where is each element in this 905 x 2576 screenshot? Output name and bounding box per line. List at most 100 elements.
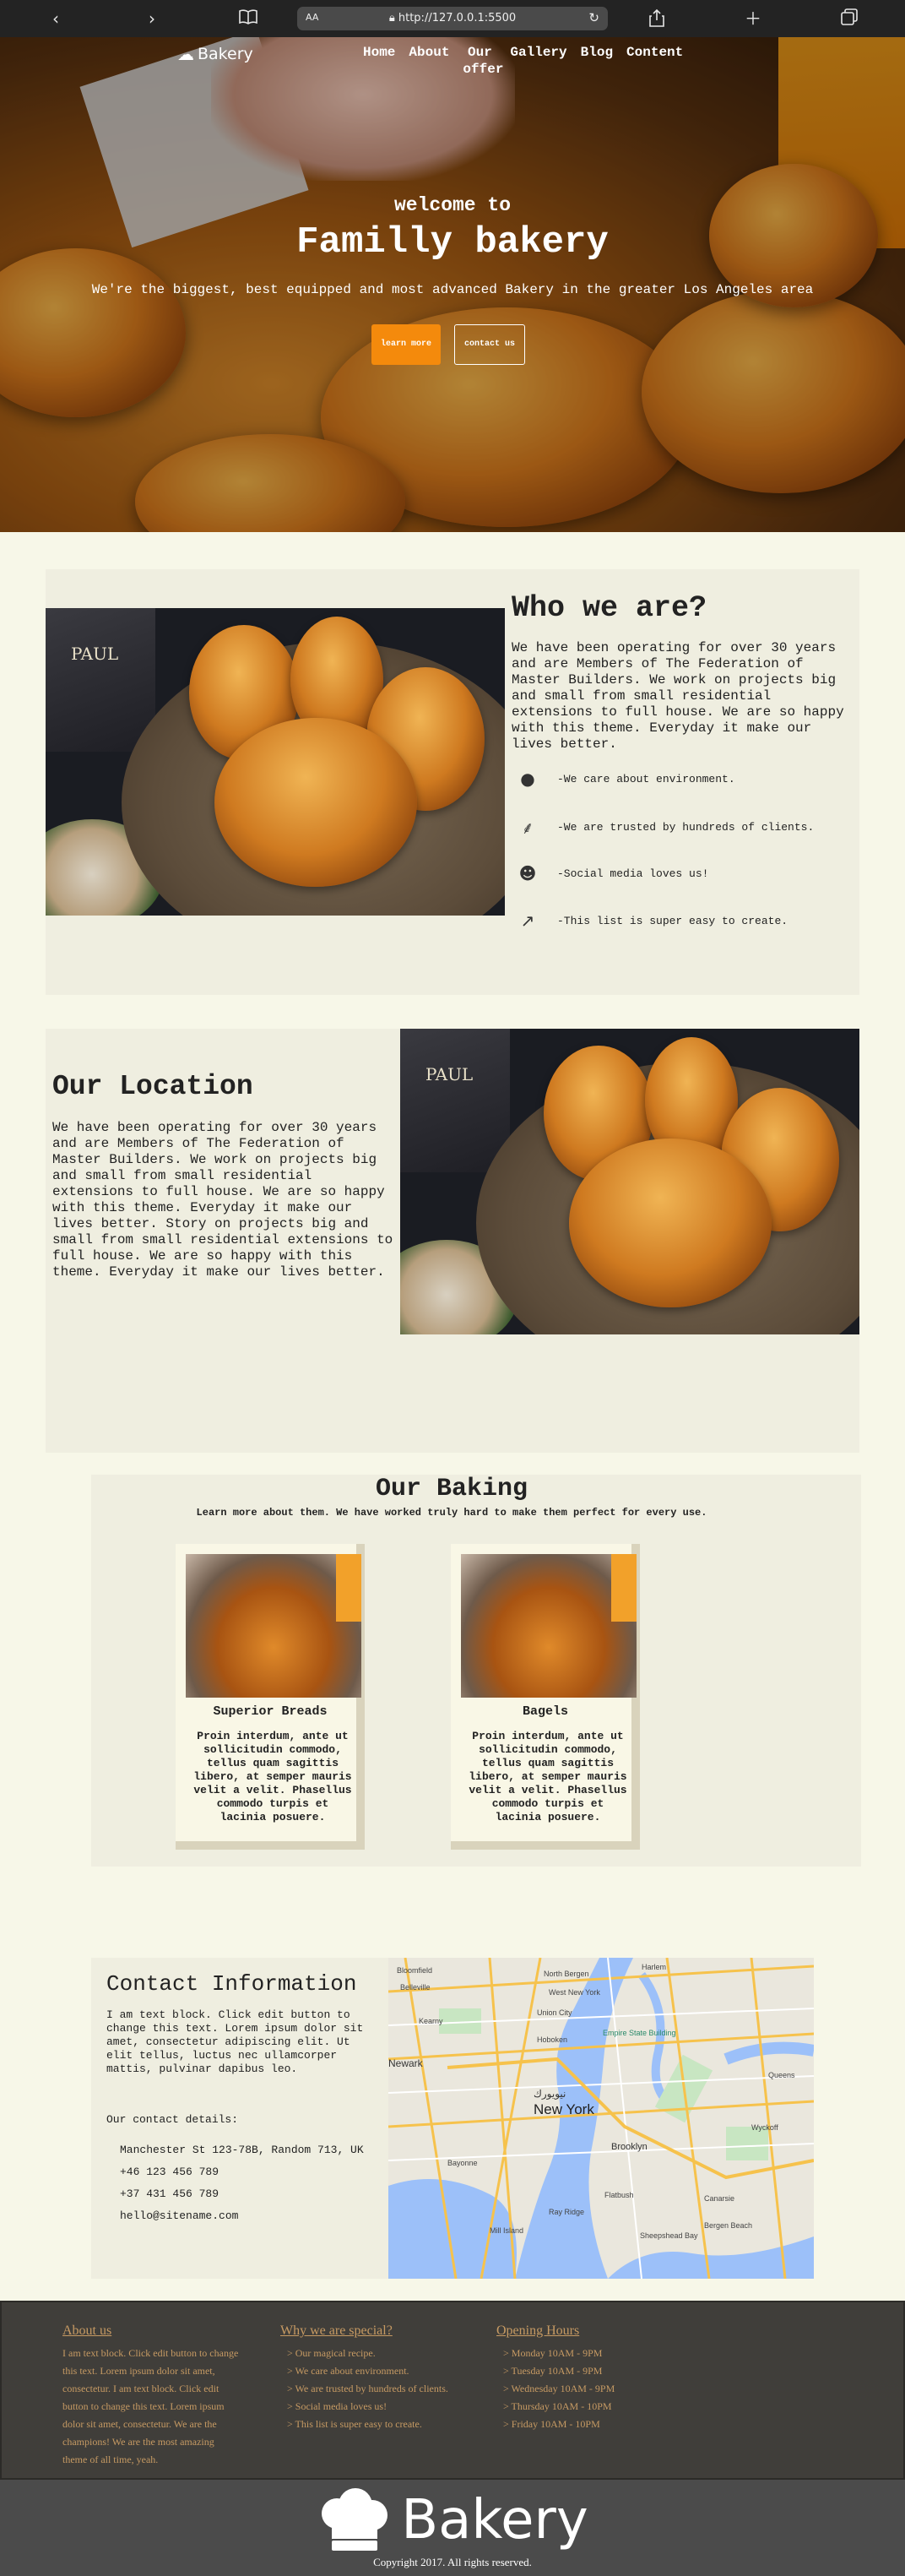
product-image — [186, 1554, 361, 1698]
map-label: Union City — [537, 2008, 572, 2017]
map-label: Sheepshead Bay — [640, 2231, 698, 2240]
baking-subtitle: Learn more about them. We have worked tr… — [196, 1507, 707, 1519]
back-icon[interactable]: ‹ — [46, 8, 66, 29]
lock-icon: 🔒︎ — [388, 12, 398, 24]
shop-sign: PAUL — [400, 1029, 510, 1172]
map-label: Kearny — [419, 2017, 443, 2025]
footer-hours-item: > Friday 10AM - 10PM — [503, 2418, 600, 2430]
map-label: Hoboken — [537, 2035, 568, 2044]
map-label: Bayonne — [447, 2159, 478, 2167]
map-label: Bloomfield — [397, 1966, 433, 1975]
footer-special-title[interactable]: Why we are special? — [280, 2323, 449, 2340]
nav-item-content[interactable]: Content — [626, 44, 683, 78]
who-list-item: ⸙ -We are trusted by hundreds of clients. — [517, 816, 815, 839]
nav-item-gallery[interactable]: Gallery — [510, 44, 566, 78]
footer-special-item[interactable]: > Social media loves us! — [280, 2398, 449, 2416]
footer-special-column: Why we are special? > Our magical recipe… — [280, 2323, 449, 2433]
footer-hours-item: > Tuesday 10AM - 9PM — [503, 2365, 603, 2377]
contact-details-label: Our contact details: — [106, 2113, 239, 2126]
map-label: Flatbush — [604, 2191, 634, 2199]
product-image — [461, 1554, 637, 1698]
url-bar[interactable]: AA 🔒︎ http://127.0.0.1:5500 ↻ — [297, 7, 608, 30]
contact-us-button[interactable]: contact us — [454, 324, 525, 365]
pastry-photo: PAUL — [46, 608, 505, 916]
map-label: Empire State Building — [603, 2029, 676, 2037]
chef-hat-icon: ☁︎ — [177, 44, 194, 64]
site-logo[interactable]: ☁︎ Bakery — [177, 44, 253, 64]
footer-hours-item: > Wednesday 10AM - 9PM — [503, 2383, 615, 2394]
footer-hours-item: > Monday 10AM - 9PM — [503, 2347, 603, 2359]
nav-item-about[interactable]: About — [409, 44, 449, 78]
book-icon[interactable] — [238, 8, 258, 29]
map-label: Bergen Beach — [704, 2221, 753, 2230]
map-label: Harlem — [642, 1963, 667, 1971]
footer-special-item[interactable]: > This list is super easy to create. — [280, 2416, 449, 2433]
share-icon[interactable] — [647, 8, 667, 29]
url-text[interactable]: 🔒︎ http://127.0.0.1:5500 — [297, 12, 608, 24]
map-label: West New York — [549, 1988, 600, 1997]
main-nav: Home About Our offer Gallery Blog Conten… — [363, 44, 683, 78]
map-city-label: New York — [534, 2101, 594, 2117]
product-text: Proin interdum, ante ut sollicitudin com… — [469, 1730, 627, 1823]
map-label: Newark — [388, 2057, 423, 2069]
map-label-alt: نيويورك — [534, 2088, 566, 2100]
nav-item-home[interactable]: Home — [363, 44, 395, 78]
pain-aux-raisins — [569, 1139, 772, 1307]
location-title: Our Location — [52, 1071, 253, 1102]
baking-title: Our Baking — [375, 1475, 528, 1503]
url-value: http://127.0.0.1:5500 — [398, 12, 517, 24]
footer-hours-title[interactable]: Opening Hours — [496, 2323, 665, 2340]
product-title: Superior Breads — [213, 1704, 328, 1719]
map-label: Brooklyn — [611, 2142, 648, 2152]
product-title: Bagels — [522, 1704, 568, 1719]
map-label: Wyckoff — [751, 2123, 778, 2132]
footer-logo-text: Bakery — [401, 2489, 588, 2552]
footer-special-item[interactable]: > We care about environment. — [280, 2362, 449, 2380]
footer-special-item[interactable]: > We are trusted by hundreds of clients. — [280, 2380, 449, 2398]
reload-icon[interactable]: ↻ — [588, 10, 599, 25]
hero-title: Familly bakery — [296, 221, 609, 264]
who-title: Who we are? — [512, 591, 707, 625]
nav-item-our-offer[interactable]: Our offer — [463, 44, 503, 78]
map-label: Belleville — [400, 1983, 431, 1992]
footer-hours-item: > Thursday 10AM - 10PM — [503, 2400, 612, 2412]
who-list-item: ↗ -This list is super easy to create. — [517, 910, 788, 931]
copyright: Copyright 2017. All rights reserved. — [373, 2556, 532, 2568]
pain-aux-raisins — [214, 718, 417, 887]
wheat-icon: ⸙ — [521, 818, 534, 838]
map-label: North Bergen — [544, 1970, 589, 1978]
contact-title: Contact Information — [106, 1971, 357, 1997]
browser-toolbar: ‹ › AA 🔒︎ http://127.0.0.1:5500 ↻ ＋ — [0, 0, 905, 37]
footer-about-text: I am text block. Click edit button to ch… — [62, 2347, 239, 2465]
map-label: Canarsie — [704, 2194, 735, 2203]
map-label: Ray Ridge — [549, 2208, 585, 2216]
footer-about-title[interactable]: About us — [62, 2323, 240, 2340]
contact-address: Manchester St 123-78B, Random 713, UK — [120, 2144, 364, 2156]
who-list-item: ● -We care about environment. — [517, 769, 734, 789]
footer-special-item[interactable]: > Our magical recipe. — [280, 2345, 449, 2362]
contact-text: I am text block. Click edit button to ch… — [106, 2008, 364, 2075]
product-text: Proin interdum, ante ut sollicitudin com… — [193, 1730, 352, 1823]
learn-more-button[interactable]: learn more — [371, 324, 441, 365]
location-map[interactable]: نيويورك New York Belleville Bloomfield N… — [388, 1958, 814, 2279]
new-tab-icon[interactable]: ＋ — [743, 8, 763, 29]
tabs-icon[interactable] — [839, 8, 859, 29]
footer-hours-column: Opening Hours > Monday 10AM - 9PM > Tues… — [496, 2323, 665, 2433]
product-card[interactable]: Bagels Proin interdum, ante ut sollicitu… — [451, 1544, 640, 1850]
hero-subtitle: We're the biggest, best equipped and mos… — [91, 282, 814, 297]
nav-item-blog[interactable]: Blog — [581, 44, 613, 78]
footer-logo[interactable]: Bakery — [0, 2488, 905, 2552]
location-text: We have been operating for over 30 years… — [52, 1120, 393, 1280]
who-list-item: ☻ -Social media loves us! — [517, 863, 709, 883]
logo-text: Bakery — [198, 45, 253, 63]
who-text: We have been operating for over 30 years… — [512, 640, 844, 752]
contact-phone[interactable]: +37 431 456 789 — [120, 2187, 219, 2200]
forward-icon[interactable]: › — [142, 8, 162, 29]
map-label: Mill Island — [490, 2226, 524, 2235]
contact-phone[interactable]: +46 123 456 789 — [120, 2166, 219, 2178]
product-card[interactable]: Superior Breads Proin interdum, ante ut … — [176, 1544, 365, 1850]
pastry-photo: PAUL — [400, 1029, 859, 1334]
contact-email[interactable]: hello@sitename.com — [120, 2209, 238, 2222]
map-label: Queens — [768, 2071, 795, 2079]
shop-sign: PAUL — [46, 608, 155, 752]
